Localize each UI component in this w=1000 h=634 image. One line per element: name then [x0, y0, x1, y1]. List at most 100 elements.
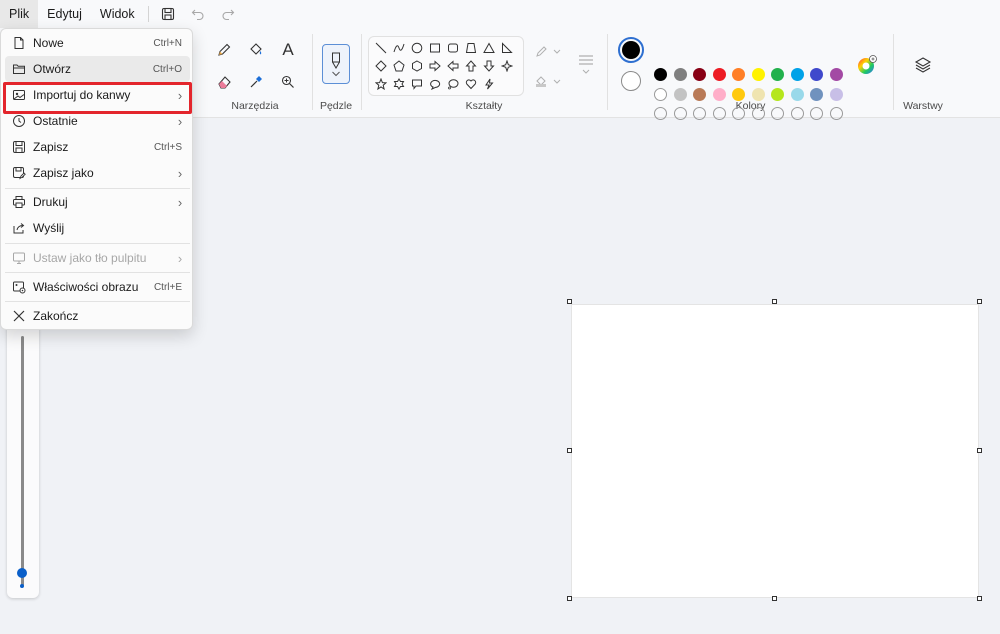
shape-outline-dropdown[interactable]	[532, 38, 564, 66]
arrow-right-shape-icon[interactable]	[427, 58, 443, 74]
secondary-color-swatch[interactable]	[621, 71, 641, 91]
rect-callout-shape-icon[interactable]	[409, 76, 425, 92]
layers-icon[interactable]	[909, 51, 937, 79]
hexagon-shape-icon[interactable]	[409, 58, 425, 74]
menu-item-new[interactable]: Nowe Ctrl+N	[5, 30, 190, 56]
color-swatch[interactable]	[790, 68, 804, 81]
color-swatch[interactable]	[810, 88, 823, 101]
oval-callout-shape-icon[interactable]	[427, 76, 443, 92]
stroke-size-icon[interactable]	[572, 50, 600, 78]
five-point-star-shape-icon[interactable]	[373, 76, 389, 92]
color-swatch[interactable]	[654, 68, 667, 81]
empty-color-slot[interactable]	[732, 107, 745, 120]
canvas-resize-handle[interactable]	[977, 299, 982, 304]
canvas-resize-handle[interactable]	[567, 448, 572, 453]
canvas-resize-handle[interactable]	[567, 596, 572, 601]
pencil-icon[interactable]	[210, 36, 238, 64]
menu-item-import-to-canvas[interactable]: Importuj do kanwy ›	[5, 82, 190, 108]
rounded-rectangle-shape-icon[interactable]	[445, 40, 461, 56]
empty-color-slot[interactable]	[712, 107, 726, 120]
color-swatch[interactable]	[829, 68, 843, 81]
line-shape-icon[interactable]	[373, 40, 389, 56]
save-icon[interactable]	[153, 0, 183, 28]
empty-color-slot[interactable]	[673, 107, 687, 120]
undo-icon[interactable]	[183, 0, 213, 28]
heart-shape-icon[interactable]	[463, 76, 479, 92]
cloud-callout-shape-icon[interactable]	[445, 76, 461, 92]
color-swatch[interactable]	[693, 88, 706, 101]
menu-item-recent[interactable]: Ostatnie ›	[5, 108, 190, 134]
edit-colors-button[interactable]	[856, 54, 878, 76]
color-swatch[interactable]	[673, 68, 687, 81]
menu-item-open[interactable]: Otwórz Ctrl+O	[5, 56, 190, 82]
color-swatch[interactable]	[712, 88, 726, 101]
menu-item-image-properties[interactable]: Właściwości obrazu Ctrl+E	[5, 274, 190, 300]
four-point-star-shape-icon[interactable]	[499, 58, 515, 74]
color-swatch[interactable]	[829, 88, 843, 101]
color-swatch[interactable]	[693, 68, 706, 81]
empty-color-slot[interactable]	[751, 107, 765, 120]
canvas-resize-handle[interactable]	[772, 596, 777, 601]
menu-item-save-as[interactable]: Zapisz jako ›	[5, 160, 190, 186]
canvas-resize-handle[interactable]	[977, 448, 982, 453]
arrow-left-shape-icon[interactable]	[445, 58, 461, 74]
color-swatch[interactable]	[771, 68, 784, 81]
empty-color-slot[interactable]	[654, 107, 667, 120]
color-swatch[interactable]	[771, 88, 784, 101]
color-swatch[interactable]	[732, 88, 745, 101]
right-triangle-shape-icon[interactable]	[499, 40, 515, 56]
drawing-canvas[interactable]	[571, 304, 979, 598]
fill-bucket-icon[interactable]	[242, 36, 270, 64]
brush-button[interactable]	[322, 44, 350, 84]
color-swatch[interactable]	[751, 88, 765, 101]
canvas-resize-handle[interactable]	[772, 299, 777, 304]
magnifier-icon[interactable]	[274, 68, 302, 96]
diamond-shape-icon[interactable]	[373, 58, 389, 74]
color-swatch[interactable]	[673, 88, 687, 101]
arrow-up-shape-icon[interactable]	[463, 58, 479, 74]
menu-plik[interactable]: Plik	[0, 0, 39, 28]
menu-item-label: Zapisz	[33, 140, 69, 154]
menu-item-print[interactable]: Drukuj ›	[5, 189, 190, 215]
menu-item-exit[interactable]: Zakończ	[5, 303, 190, 329]
color-swatch[interactable]	[654, 88, 667, 101]
primary-color-selector[interactable]	[618, 37, 644, 63]
menu-item-label: Zapisz jako	[33, 166, 94, 180]
color-swatch[interactable]	[712, 68, 726, 81]
printer-icon	[5, 195, 33, 209]
menu-edytuj[interactable]: Edytuj	[38, 0, 91, 28]
menu-item-save[interactable]: Zapisz Ctrl+S	[5, 134, 190, 160]
shapes-gallery	[368, 36, 524, 96]
empty-color-slot[interactable]	[693, 107, 706, 120]
menu-widok[interactable]: Widok	[91, 0, 144, 28]
menu-item-set-as-desktop-background: Ustaw jako tło pulpitu ›	[5, 245, 190, 271]
empty-color-slot[interactable]	[829, 107, 843, 120]
color-picker-icon[interactable]	[242, 68, 270, 96]
color-swatch[interactable]	[751, 68, 765, 81]
lightning-shape-icon[interactable]	[481, 76, 497, 92]
polygon-shape-icon[interactable]	[463, 40, 479, 56]
six-point-star-shape-icon[interactable]	[391, 76, 407, 92]
empty-color-slot[interactable]	[810, 107, 823, 120]
eraser-icon[interactable]	[210, 68, 238, 96]
oval-shape-icon[interactable]	[409, 40, 425, 56]
shape-fill-dropdown[interactable]	[532, 68, 564, 96]
pentagon-shape-icon[interactable]	[391, 58, 407, 74]
arrow-down-shape-icon[interactable]	[481, 58, 497, 74]
canvas-resize-handle[interactable]	[567, 299, 572, 304]
menu-item-send[interactable]: Wyślij	[5, 215, 190, 241]
file-menu: Nowe Ctrl+N Otwórz Ctrl+O Importuj do ka…	[0, 28, 193, 330]
empty-color-slot[interactable]	[771, 107, 784, 120]
color-swatch[interactable]	[732, 68, 745, 81]
redo-icon[interactable]	[213, 0, 243, 28]
size-slider-track[interactable]	[21, 336, 24, 586]
color-swatch[interactable]	[810, 68, 823, 81]
curve-shape-icon[interactable]	[391, 40, 407, 56]
triangle-shape-icon[interactable]	[481, 40, 497, 56]
text-tool-icon[interactable]: A	[274, 36, 302, 64]
rectangle-shape-icon[interactable]	[427, 40, 443, 56]
size-slider-thumb[interactable]	[17, 568, 27, 578]
color-swatch[interactable]	[790, 88, 804, 101]
canvas-resize-handle[interactable]	[977, 596, 982, 601]
empty-color-slot[interactable]	[790, 107, 804, 120]
